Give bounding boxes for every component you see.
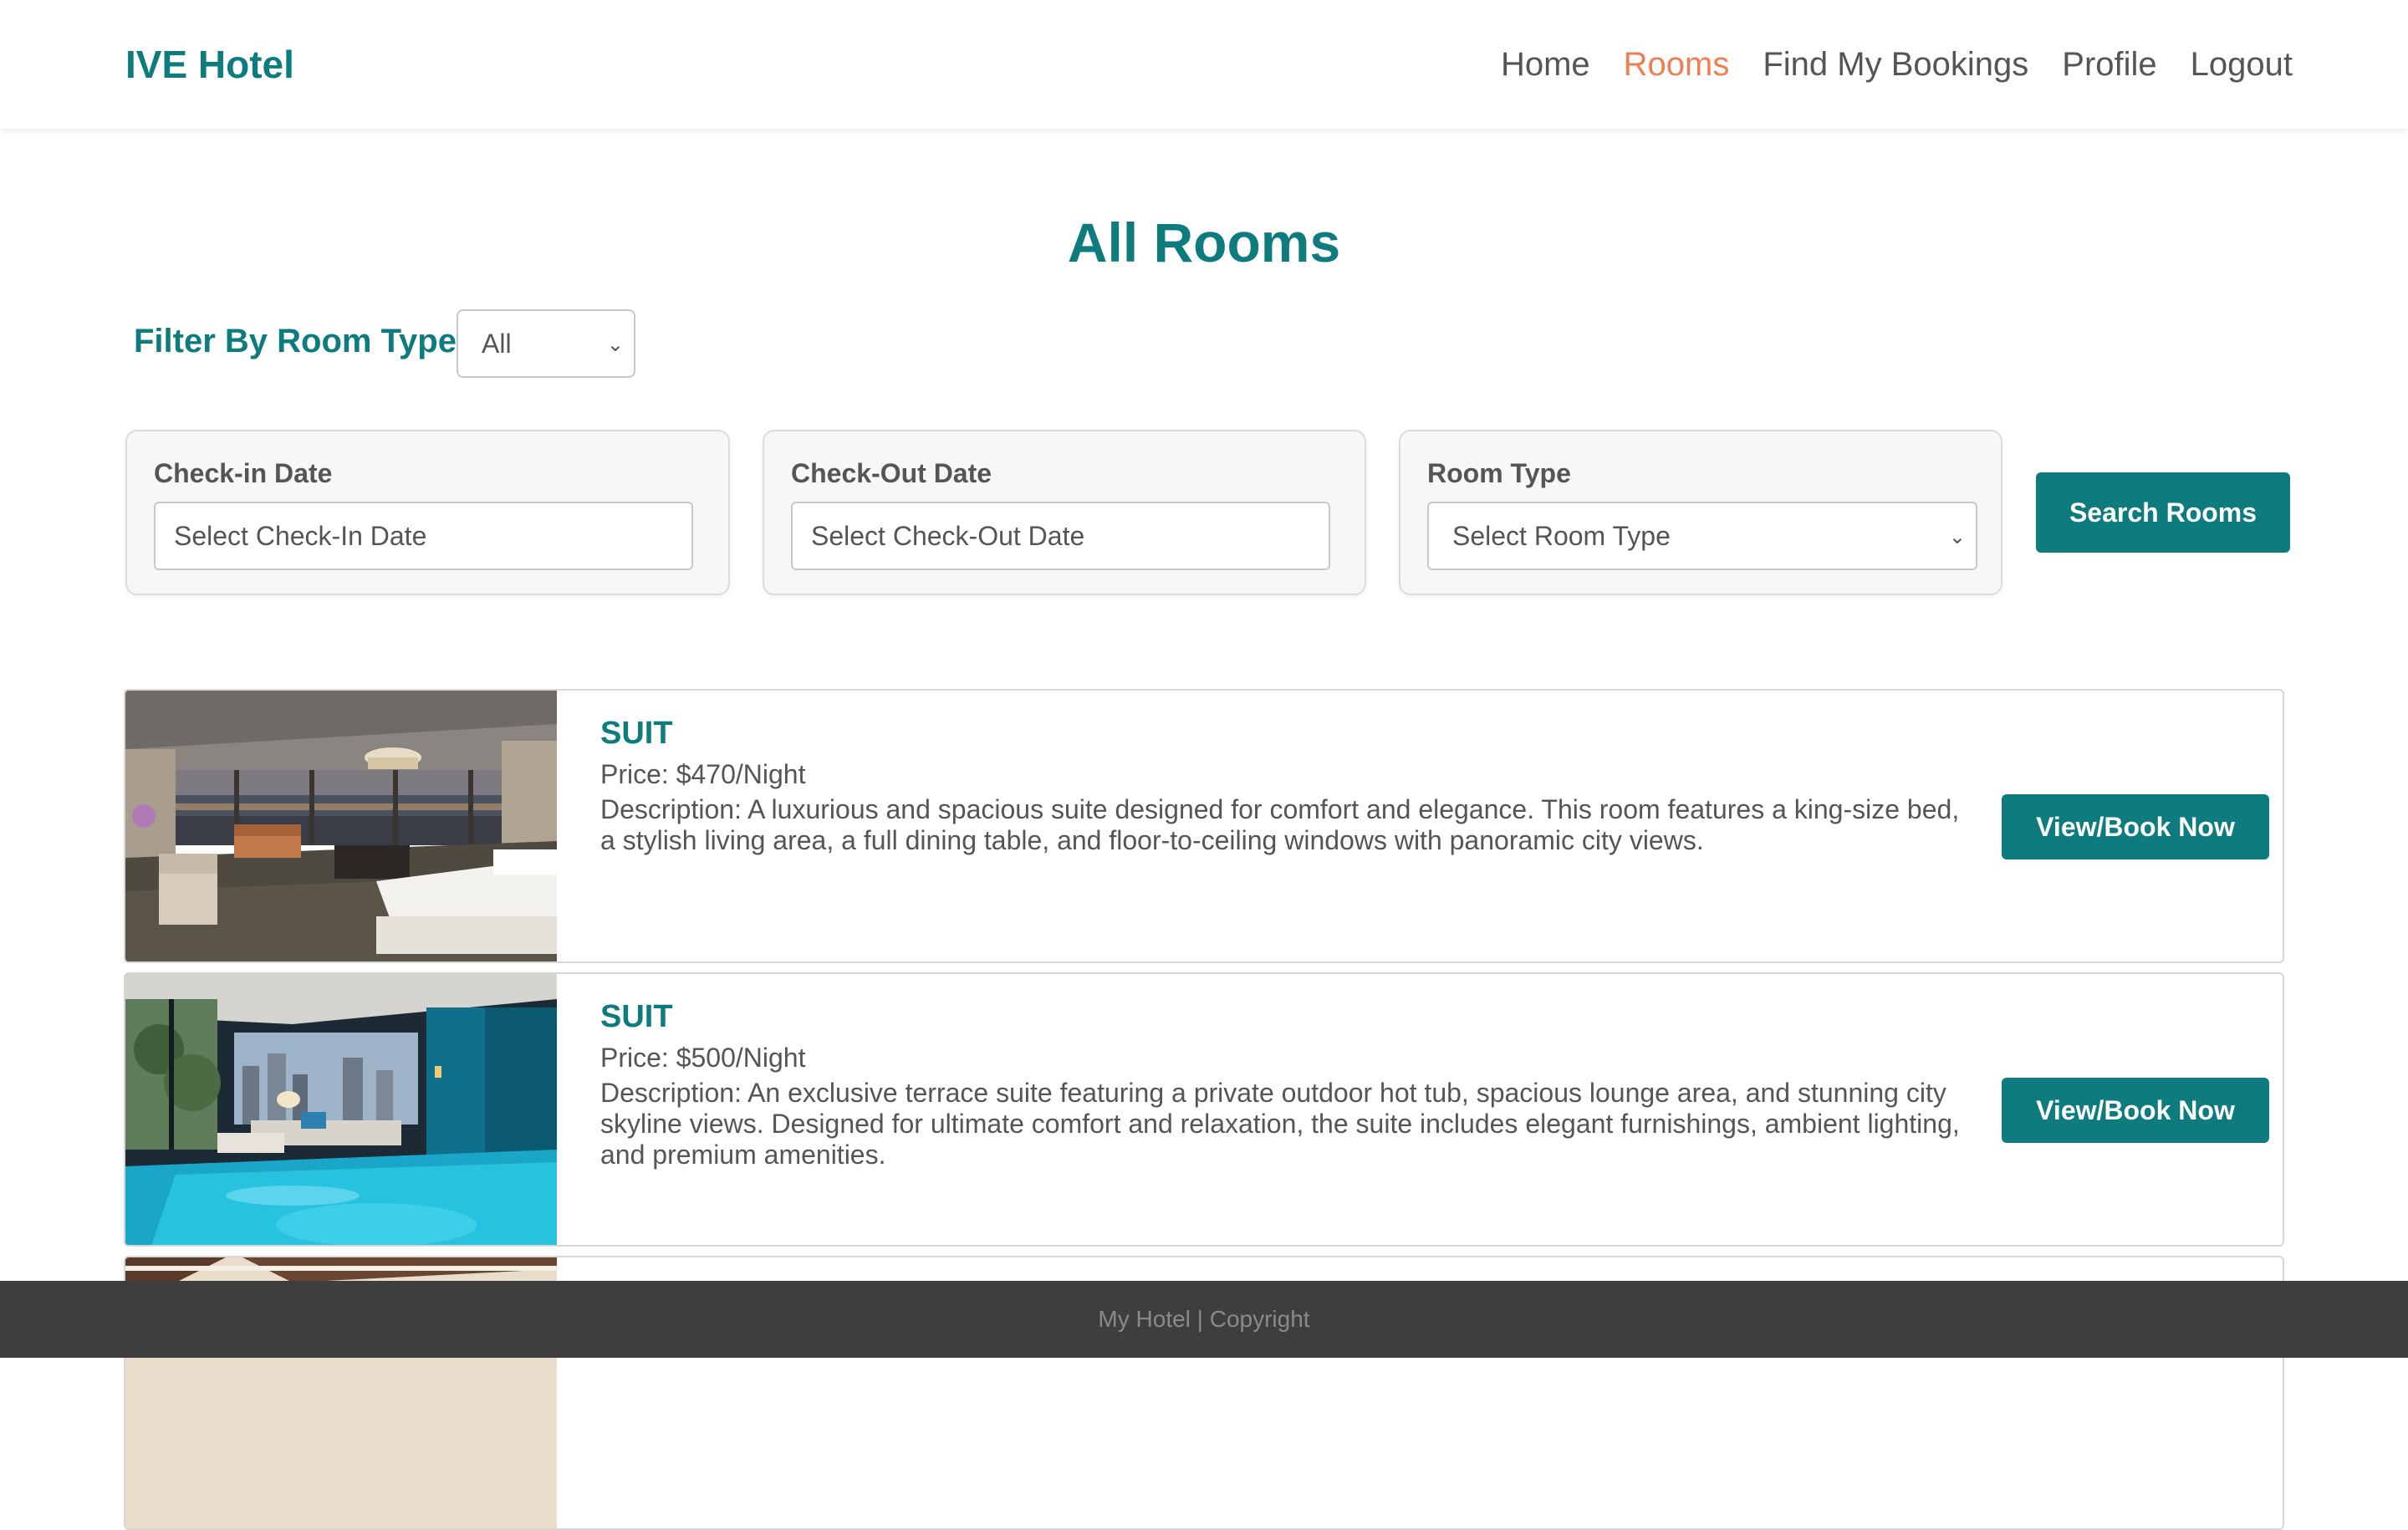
checkout-date-input[interactable]: Select Check-Out Date (791, 502, 1330, 570)
room-type-selected-value: Select Room Type (1452, 520, 1671, 551)
nav-links: Home Rooms Find My Bookings Profile Logo… (1501, 40, 2293, 89)
chevron-down-icon: ⌄ (1948, 526, 1966, 548)
room-description: Description: An exclusive terrace suite … (600, 1078, 1960, 1170)
nav-link-home[interactable]: Home (1501, 40, 1590, 89)
room-image (125, 691, 557, 961)
room-type-box: Room Type Select Room Type ⌄ (1399, 430, 2002, 595)
filter-label: Filter By Room Type (134, 323, 457, 360)
room-type-filter-select[interactable]: All ⌄ (457, 309, 635, 378)
view-book-now-button[interactable]: View/Book Now (2002, 1078, 2269, 1143)
brand-logo[interactable]: IVE Hotel (125, 40, 294, 89)
room-card: SUIT Price: $470/Night Description: A lu… (124, 689, 2284, 963)
room-price: Price: $500/Night (600, 1043, 806, 1073)
checkout-date-placeholder: Select Check-Out Date (811, 520, 1085, 551)
nav-link-logout[interactable]: Logout (2191, 40, 2293, 89)
footer: My Hotel | Copyright (0, 1281, 2408, 1358)
checkout-date-label: Check-Out Date (791, 458, 992, 488)
chevron-down-icon: ⌄ (606, 334, 624, 356)
search-rooms-button[interactable]: Search Rooms (2036, 472, 2290, 553)
room-type-select[interactable]: Select Room Type ⌄ (1427, 502, 1977, 570)
view-book-now-button[interactable]: View/Book Now (2002, 794, 2269, 859)
footer-text: My Hotel | Copyright (1098, 1306, 1310, 1332)
checkin-date-label: Check-in Date (154, 458, 333, 488)
room-type-label: Room Type (1427, 458, 1571, 488)
page-title: All Rooms (1067, 212, 1341, 273)
checkout-date-box: Check-Out Date Select Check-Out Date (763, 430, 1366, 595)
nav-link-rooms[interactable]: Rooms (1624, 40, 1730, 89)
checkin-date-input[interactable]: Select Check-In Date (154, 502, 693, 570)
nav-link-profile[interactable]: Profile (2062, 40, 2156, 89)
room-card: SUIT Price: $500/Night Description: An e… (124, 972, 2284, 1247)
checkin-date-box: Check-in Date Select Check-In Date (125, 430, 730, 595)
nav-link-find-my-bookings[interactable]: Find My Bookings (1763, 40, 2028, 89)
room-price: Price: $470/Night (600, 759, 806, 789)
room-description: Description: A luxurious and spacious su… (600, 794, 1960, 855)
room-type: SUIT (600, 999, 673, 1034)
filter-selected-value: All (482, 328, 512, 359)
checkin-date-placeholder: Select Check-In Date (174, 520, 427, 551)
room-type: SUIT (600, 716, 673, 751)
room-image (125, 974, 557, 1245)
navbar: IVE Hotel Home Rooms Find My Bookings Pr… (0, 0, 2408, 129)
